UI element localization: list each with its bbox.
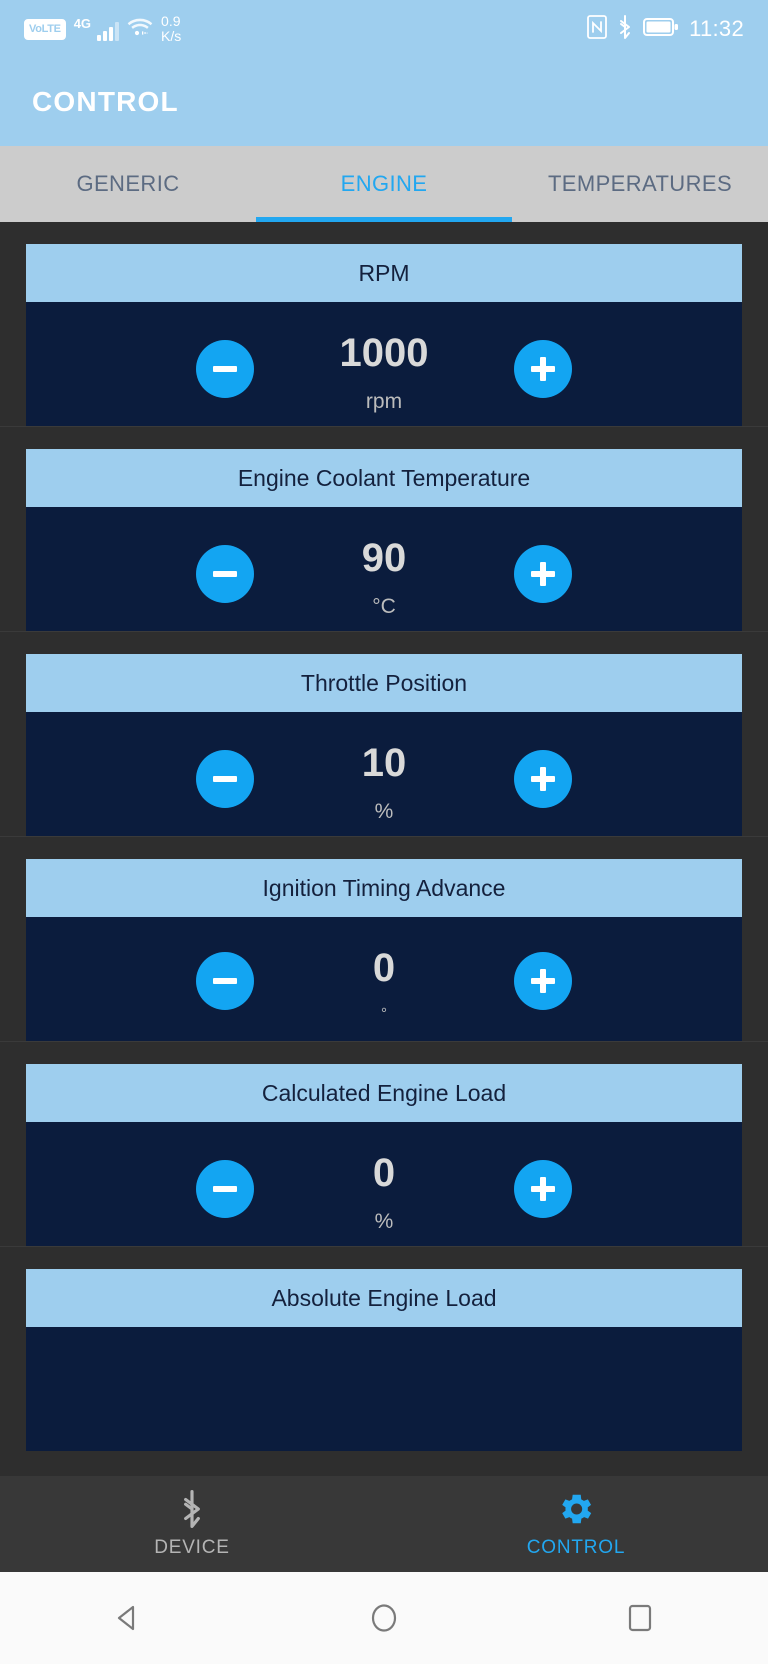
card-body: 0 %	[26, 1122, 742, 1246]
recents-button[interactable]	[580, 1600, 700, 1636]
battery-icon	[643, 17, 679, 42]
increment-button[interactable]	[514, 1160, 572, 1218]
increment-button[interactable]	[514, 750, 572, 808]
value-stepper: 1000 rpm	[26, 324, 742, 414]
parameter-value: 0	[372, 946, 396, 990]
parameter-card-absolute-engine-load: Absolute Engine Load	[0, 1246, 768, 1451]
decrement-button[interactable]	[196, 951, 254, 1010]
parameter-card-ignition-timing-advance: Ignition Timing Advance 0 °	[0, 836, 768, 1041]
value-stepper: 10 %	[26, 734, 742, 824]
app-bar: CONTROL	[0, 58, 768, 146]
increment-button[interactable]	[514, 951, 572, 1010]
minus-icon	[211, 560, 239, 588]
back-button[interactable]	[68, 1600, 188, 1636]
plus-icon	[529, 1175, 557, 1203]
minus-icon	[211, 355, 239, 383]
bluetooth-icon	[179, 1489, 205, 1533]
card-title: Engine Coolant Temperature	[26, 449, 742, 507]
triangle-left-icon	[117, 1605, 135, 1631]
status-bar-right: 11:32	[587, 14, 744, 44]
parameter-card-rpm: RPM 1000 rpm	[0, 222, 768, 426]
parameter-value: 90	[361, 536, 407, 580]
status-bar-clock: 11:32	[689, 16, 744, 41]
parameter-value: 0	[372, 1151, 396, 1195]
square-icon	[628, 1604, 652, 1632]
parameter-card-engine-coolant-temperature: Engine Coolant Temperature 90 °C	[0, 426, 768, 631]
tab-generic[interactable]: GENERIC	[0, 146, 256, 222]
value-block: 0 °	[254, 939, 514, 1022]
plus-icon	[529, 967, 557, 995]
circle-icon	[371, 1604, 397, 1632]
minus-icon	[211, 967, 239, 995]
tab-bar: GENERIC ENGINE TEMPERATURES	[0, 146, 768, 222]
card-body: 0 °	[26, 917, 742, 1041]
volte-icon: VoLTE	[24, 18, 66, 40]
network-speed-value: 0.9	[161, 13, 181, 29]
gear-icon	[557, 1490, 595, 1533]
decrement-button[interactable]	[196, 545, 254, 603]
status-bar: VoLTE 4G 0.9 K/s 11:32	[0, 0, 768, 58]
increment-button[interactable]	[514, 545, 572, 603]
decrement-button[interactable]	[196, 340, 254, 398]
bluetooth-icon	[617, 14, 633, 44]
nav-item-label: DEVICE	[154, 1536, 230, 1558]
parameter-unit: °	[381, 1005, 387, 1022]
network-speed: 0.9 K/s	[161, 14, 181, 44]
android-system-nav	[0, 1572, 768, 1664]
plus-icon	[529, 560, 557, 588]
value-block: 0 %	[254, 1144, 514, 1234]
plus-icon	[529, 765, 557, 793]
cellular-signal-icon: 4G	[73, 16, 120, 41]
home-button[interactable]	[324, 1600, 444, 1636]
decrement-button[interactable]	[196, 750, 254, 808]
card-body	[26, 1327, 742, 1451]
value-stepper: 0 °	[26, 939, 742, 1022]
card-title: Throttle Position	[26, 654, 742, 712]
minus-icon	[211, 1175, 239, 1203]
parameter-value: 1000	[339, 331, 429, 375]
card-title: Absolute Engine Load	[26, 1269, 742, 1327]
value-stepper: 0 %	[26, 1144, 742, 1234]
page-title: CONTROL	[32, 86, 179, 117]
parameter-unit: %	[374, 1210, 394, 1233]
increment-button[interactable]	[514, 340, 572, 398]
card-title: RPM	[26, 244, 742, 302]
decrement-button[interactable]	[196, 1160, 254, 1218]
parameter-card-calculated-engine-load: Calculated Engine Load 0 %	[0, 1041, 768, 1246]
wifi-icon	[127, 16, 153, 43]
network-type-label: 4G	[73, 16, 92, 31]
status-bar-left: VoLTE 4G 0.9 K/s	[24, 14, 181, 44]
nav-item-device[interactable]: DEVICE	[0, 1476, 384, 1572]
parameter-list[interactable]: RPM 1000 rpm Engine Coolant Temperature	[0, 222, 768, 1664]
parameter-unit: °C	[372, 595, 396, 618]
plus-icon	[529, 355, 557, 383]
nfc-icon	[587, 14, 607, 44]
card-body: 10 %	[26, 712, 742, 836]
bottom-navigation: DEVICE CONTROL	[0, 1476, 768, 1572]
phone-screen: VoLTE 4G 0.9 K/s 11:32 CONTROL GENERIC E…	[0, 0, 768, 1664]
value-block: 1000 rpm	[254, 324, 514, 414]
tab-engine[interactable]: ENGINE	[256, 146, 512, 222]
parameter-unit: rpm	[365, 390, 403, 413]
network-speed-unit: K/s	[161, 28, 182, 44]
card-body: 90 °C	[26, 507, 742, 631]
signal-bars-icon	[97, 21, 120, 41]
nav-item-label: CONTROL	[526, 1536, 626, 1558]
nav-item-control[interactable]: CONTROL	[384, 1476, 768, 1572]
card-title: Ignition Timing Advance	[26, 859, 742, 917]
value-block: 10 %	[254, 734, 514, 824]
parameter-unit: %	[374, 800, 394, 823]
value-block: 90 °C	[254, 529, 514, 619]
value-stepper: 90 °C	[26, 529, 742, 619]
card-body: 1000 rpm	[26, 302, 742, 426]
minus-icon	[211, 765, 239, 793]
parameter-value: 10	[361, 741, 407, 785]
tab-temperatures[interactable]: TEMPERATURES	[512, 146, 768, 222]
card-title: Calculated Engine Load	[26, 1064, 742, 1122]
parameter-card-throttle-position: Throttle Position 10 %	[0, 631, 768, 836]
